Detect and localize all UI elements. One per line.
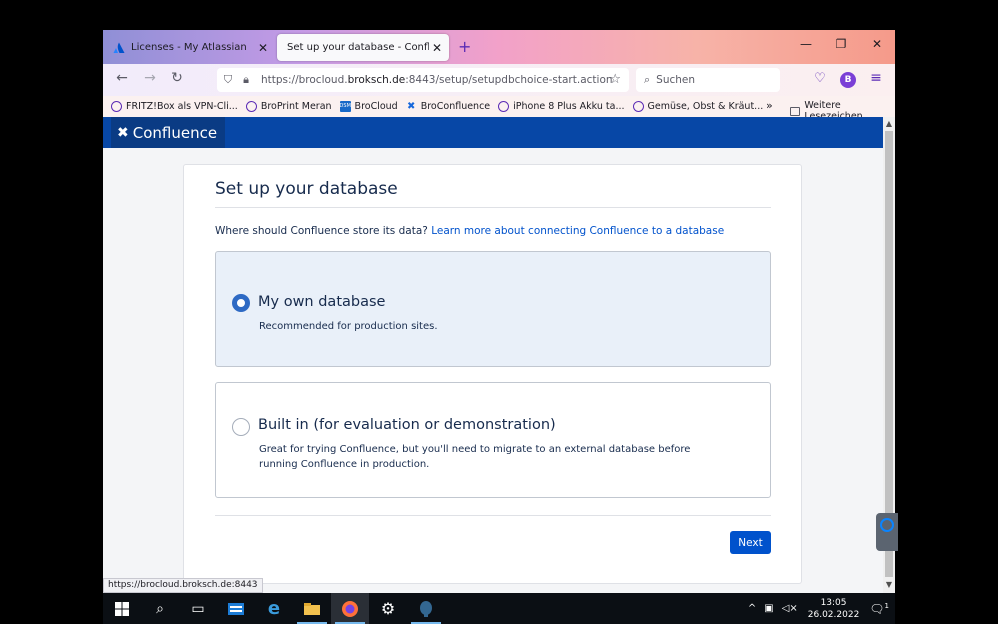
task-view-icon[interactable]: ▭ [179, 593, 217, 624]
tab-bar: Licenses - My Atlassian ✕ Set up your da… [103, 30, 895, 64]
restore-icon[interactable]: ❐ [831, 37, 851, 51]
tab-title: Set up your database - Confluence [287, 42, 429, 53]
next-button[interactable]: Next [730, 531, 771, 554]
confluence-logo[interactable]: ✖ Confluence [111, 117, 225, 148]
lock-icon[interactable]: 🔒︎ [237, 73, 255, 87]
tab-setup-database[interactable]: Set up your database - Confluence ✕ [277, 34, 449, 61]
bookmark-label: iPhone 8 Plus Akku ta... [513, 101, 625, 112]
search-icon: ⌕ [644, 73, 651, 86]
volume-muted-icon[interactable]: ◁× [782, 603, 798, 614]
confluence-icon: ✖ [407, 101, 416, 112]
bookmark-label: BroCloud [354, 101, 398, 112]
tab-licenses[interactable]: Licenses - My Atlassian ✕ [109, 34, 275, 61]
bookmark-brocloud[interactable]: DSM BroCloud [339, 101, 398, 112]
learn-more-link[interactable]: Learn more about connecting Confluence t… [431, 225, 724, 237]
bookmark-label: Gemüse, Obst & Kräut... [647, 101, 764, 112]
search-input[interactable]: ⌕ Suchen [636, 68, 780, 92]
bookmark-label: BroConfluence [420, 101, 491, 112]
menu-icon[interactable]: ≡ [867, 70, 885, 86]
pocket-icon[interactable]: ♡ [811, 71, 829, 89]
bookmark-broprint[interactable]: BroPrint Meran [245, 101, 332, 112]
firefox-icon[interactable] [331, 593, 369, 624]
bookmark-broconfluence[interactable]: ✖ BroConfluence [406, 101, 490, 112]
more-bookmarks-chevron-icon[interactable]: » [766, 99, 773, 112]
notification-icon[interactable]: 🗨︎1 [869, 602, 889, 616]
atlassian-icon [113, 42, 125, 54]
clock-time: 13:05 [820, 597, 847, 608]
question-label: Where should Confluence store its data? [215, 225, 428, 237]
notification-count: 1 [884, 601, 889, 610]
globe-icon [632, 101, 644, 112]
clock-date: 26.02.2022 [807, 609, 860, 620]
page-title: Set up your database [215, 179, 398, 199]
globe-icon [245, 101, 257, 112]
bookmark-gemuese[interactable]: Gemüse, Obst & Kräut... [632, 101, 764, 112]
option-description: Recommended for production sites. [259, 321, 438, 332]
account-avatar[interactable]: B [840, 72, 856, 88]
url-bar[interactable]: ⛉ 🔒︎ https://brocloud.broksch.de:8443/se… [217, 68, 629, 92]
tab-title: Licenses - My Atlassian [131, 42, 247, 53]
server-manager-icon[interactable] [217, 593, 255, 624]
file-explorer-icon[interactable] [293, 593, 331, 624]
scrollbar-thumb[interactable] [885, 131, 893, 577]
folder-icon [790, 106, 801, 116]
url-text: https://brocloud.broksch.de:8443/setup/s… [261, 74, 613, 86]
bookmark-star-icon[interactable]: ☆ [609, 72, 621, 87]
search-placeholder: Suchen [656, 74, 696, 86]
option-label: Built in (for evaluation or demonstratio… [258, 417, 556, 433]
question-text: Where should Confluence store its data? … [215, 225, 724, 237]
confluence-header: ✖ Confluence [103, 117, 883, 148]
network-icon[interactable]: ▣ [764, 603, 773, 614]
chevron-up-icon[interactable]: ^ [748, 603, 756, 614]
page-content: ✖ Confluence Set up your database Where … [103, 117, 883, 593]
back-icon[interactable]: ← [111, 70, 133, 86]
bookmark-label: BroPrint Meran [260, 101, 332, 112]
globe-icon [498, 101, 510, 112]
settings-gear-icon[interactable]: ⚙ [369, 593, 407, 624]
status-url-tooltip: https://brocloud.broksch.de:8443 [103, 578, 263, 593]
divider [215, 207, 771, 208]
windows-start-icon[interactable] [103, 593, 141, 624]
logo-text: Confluence [132, 123, 218, 142]
teamviewer-icon [880, 518, 894, 532]
shield-icon[interactable]: ⛉ [219, 73, 237, 87]
bookmark-fritzbox[interactable]: FRITZ!Box als VPN-Cli... [111, 101, 238, 112]
browser-window: Licenses - My Atlassian ✕ Set up your da… [103, 30, 895, 593]
dsm-icon: DSM [339, 101, 351, 112]
teamviewer-widget[interactable] [876, 513, 898, 551]
globe-icon [111, 101, 122, 112]
scroll-up-icon[interactable]: ▲ [883, 119, 895, 128]
close-tab-icon[interactable]: ✕ [255, 41, 271, 55]
internet-explorer-icon[interactable]: e [255, 593, 293, 624]
radio-own-database[interactable] [232, 294, 250, 312]
radio-built-in[interactable] [232, 418, 250, 436]
bookmarks-bar: FRITZ!Box als VPN-Cli... BroPrint Meran … [103, 96, 895, 122]
setup-panel: Set up your database Where should Conflu… [183, 164, 802, 584]
new-tab-button[interactable]: + [458, 37, 471, 56]
close-tab-icon[interactable]: ✕ [429, 41, 445, 55]
minimize-icon[interactable]: — [796, 37, 816, 51]
windows-taskbar: ⌕ ▭ e ⚙ ^ ▣ ◁× 13:05 26.02.2022 🗨︎1 [103, 593, 895, 624]
confluence-icon: ✖ [117, 124, 129, 141]
close-window-icon[interactable]: ✕ [867, 37, 887, 51]
search-icon[interactable]: ⌕ [141, 593, 179, 624]
postgresql-icon[interactable] [407, 593, 445, 624]
desktop-screen: Licenses - My Atlassian ✕ Set up your da… [0, 0, 998, 624]
bookmark-iphone[interactable]: iPhone 8 Plus Akku ta... [498, 101, 625, 112]
option-own-database[interactable]: My own database Recommended for producti… [215, 251, 771, 367]
forward-icon[interactable]: → [139, 70, 161, 86]
navigation-bar: ← → ↻ ⛉ 🔒︎ https://brocloud.broksch.de:8… [103, 64, 895, 96]
bookmark-label: FRITZ!Box als VPN-Cli... [126, 101, 238, 112]
option-label: My own database [258, 294, 386, 310]
clock[interactable]: 13:05 26.02.2022 [808, 597, 860, 621]
scroll-down-icon[interactable]: ▼ [883, 580, 895, 589]
option-description: Great for trying Confluence, but you'll … [259, 444, 691, 470]
reload-icon[interactable]: ↻ [166, 70, 188, 86]
system-tray: ^ ▣ ◁× 13:05 26.02.2022 🗨︎1 [744, 593, 889, 624]
divider [215, 515, 771, 516]
option-built-in[interactable]: Built in (for evaluation or demonstratio… [215, 382, 771, 498]
